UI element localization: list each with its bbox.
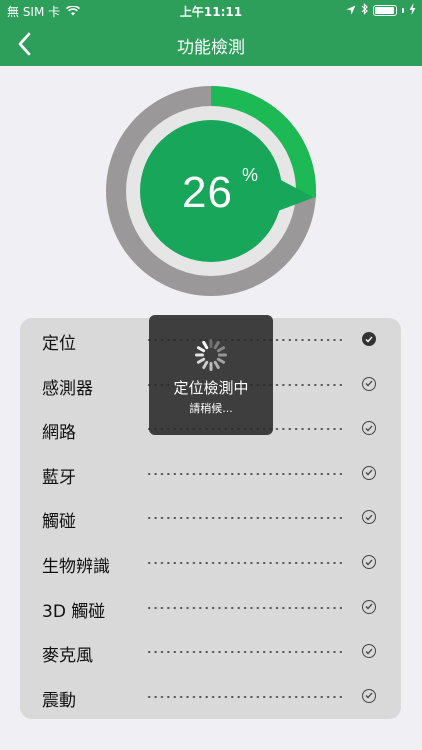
list-item-label: 感測器 bbox=[42, 378, 93, 399]
hud-title: 定位檢測中 bbox=[173, 379, 249, 397]
dotted-leader bbox=[146, 651, 342, 654]
dotted-leader bbox=[146, 472, 342, 475]
check-circle-icon bbox=[362, 599, 376, 614]
list-item-label: 定位 bbox=[42, 334, 76, 354]
check-circle-icon bbox=[362, 465, 376, 480]
status-right bbox=[346, 3, 416, 18]
status-bar: 無 SIM 卡 上午11:11 bbox=[0, 0, 422, 22]
check-circle-icon bbox=[362, 376, 376, 391]
dotted-leader bbox=[146, 695, 342, 698]
list-item-touch: 觸碰 bbox=[20, 496, 401, 540]
check-circle-icon bbox=[362, 421, 376, 436]
check-circle-icon bbox=[362, 555, 376, 569]
list-item-microphone: 麥克風 bbox=[20, 630, 401, 674]
check-circle-icon bbox=[362, 644, 376, 659]
list-item-label: 3D 觸碰 bbox=[42, 601, 106, 622]
progress-percent-unit: % bbox=[242, 165, 259, 185]
battery-tip bbox=[402, 8, 404, 13]
loading-hud: 定位檢測中 請稍候... bbox=[149, 315, 273, 435]
bluetooth-icon bbox=[361, 3, 368, 18]
list-item-label: 麥克風 bbox=[42, 646, 93, 667]
dotted-leader bbox=[146, 562, 342, 564]
list-item-biometric: 生物辨識 bbox=[20, 541, 401, 585]
list-item-label: 震動 bbox=[42, 690, 76, 711]
hud-subtitle: 請稍候... bbox=[189, 402, 233, 415]
location-arrow-icon bbox=[346, 4, 356, 18]
app-header: 無 SIM 卡 上午11:11 功能檢測 bbox=[0, 0, 422, 66]
list-item-3d-touch: 3D 觸碰 bbox=[20, 586, 401, 630]
dotted-leader bbox=[146, 606, 342, 609]
page-title: 功能檢測 bbox=[177, 38, 245, 58]
list-item-label: 生物辨識 bbox=[42, 557, 110, 577]
list-item-label: 觸碰 bbox=[42, 512, 76, 533]
check-circle-icon bbox=[362, 332, 376, 346]
dotted-leader bbox=[146, 517, 342, 520]
nav-bar: 功能檢測 bbox=[0, 22, 422, 66]
list-item-bluetooth: 藍牙 bbox=[20, 452, 401, 496]
battery-icon bbox=[373, 5, 397, 16]
spinner-icon bbox=[195, 339, 227, 371]
progress-percent-value: 26 bbox=[182, 168, 233, 217]
check-circle-icon bbox=[362, 688, 376, 703]
charging-bolt-icon bbox=[409, 3, 416, 18]
battery-level bbox=[375, 7, 394, 14]
list-item-vibration: 震動 bbox=[20, 675, 401, 719]
list-item-label: 網路 bbox=[42, 423, 76, 444]
check-circle-icon bbox=[362, 510, 376, 525]
list-item-label: 藍牙 bbox=[42, 467, 76, 488]
